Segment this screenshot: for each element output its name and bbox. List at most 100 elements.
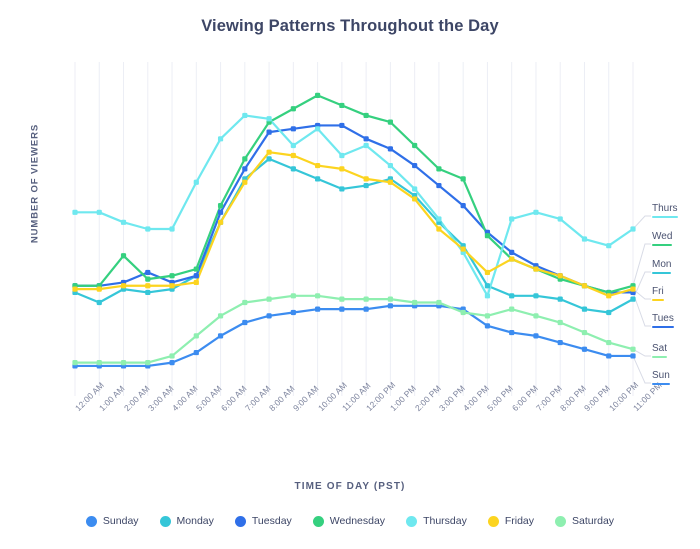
data-point [387, 119, 393, 125]
data-point [266, 149, 272, 155]
series-line-sunday [73, 304, 635, 368]
x-axis-title: TIME OF DAY (PST) [294, 481, 406, 492]
data-point [533, 209, 539, 215]
series-end-label-underline [652, 356, 668, 358]
data-point [484, 323, 491, 329]
data-point [484, 233, 491, 239]
data-point [339, 296, 345, 302]
data-point [242, 156, 248, 162]
data-point [96, 360, 102, 366]
data-point [193, 279, 199, 286]
data-point [145, 360, 151, 366]
leader-line [632, 215, 651, 230]
data-point [217, 209, 224, 215]
data-point [193, 349, 199, 356]
data-point [509, 256, 515, 262]
series-line-saturday [73, 294, 635, 364]
data-point [557, 216, 563, 222]
series-lines [73, 94, 635, 368]
data-point [484, 283, 491, 289]
data-point [315, 162, 321, 169]
data-point [630, 346, 636, 352]
series-end-label-text: Fri [652, 286, 664, 297]
data-point [606, 243, 612, 249]
data-point [557, 319, 563, 326]
data-point [460, 309, 466, 316]
data-point [72, 209, 78, 215]
legend-swatch-icon [159, 515, 171, 527]
leader-line [632, 292, 651, 327]
data-point [290, 293, 296, 299]
data-point [436, 226, 442, 232]
series-line-wednesday [73, 94, 635, 294]
legend-item-tuesday[interactable]: Tuesday [234, 515, 292, 527]
data-point [387, 296, 393, 302]
data-point [96, 286, 102, 292]
data-point [242, 112, 248, 119]
data-point [581, 236, 588, 242]
data-point [484, 313, 491, 319]
series-end-label-text: Sun [652, 370, 670, 381]
data-point [509, 329, 515, 336]
data-point [339, 102, 345, 109]
chart-container: Viewing Patterns Throughout the Day NUMB… [0, 0, 700, 549]
legend-item-label: Tuesday [251, 515, 292, 527]
data-point [412, 196, 418, 202]
data-point [387, 146, 393, 152]
data-point [412, 142, 418, 149]
data-point [387, 162, 393, 169]
data-point [484, 293, 491, 299]
legend-item-sunday[interactable]: Sunday [85, 515, 139, 527]
data-point [436, 182, 442, 189]
legend-item-label: Saturday [572, 515, 615, 527]
legend-item-label: Sunday [102, 515, 139, 527]
series-line-thursday [73, 114, 635, 297]
data-point [96, 299, 102, 306]
data-point [120, 360, 127, 366]
legend-item-wednesday[interactable]: Wednesday [312, 515, 385, 527]
data-point [120, 283, 127, 289]
legend-item-monday[interactable]: Monday [159, 515, 214, 527]
data-point [339, 306, 345, 312]
data-point [290, 152, 296, 159]
data-point [557, 296, 563, 302]
series-end-label-fri: Fri [652, 286, 664, 303]
data-point [363, 296, 369, 302]
data-point [606, 339, 612, 346]
legend-swatch-icon [406, 515, 418, 527]
data-point [242, 166, 248, 172]
series-end-label-tues: Tues [652, 313, 674, 330]
data-point [509, 249, 515, 255]
data-point [606, 309, 612, 316]
series-end-label-underline [652, 299, 664, 301]
plot-area [72, 62, 651, 396]
data-point [339, 186, 345, 192]
data-point [169, 273, 175, 279]
data-point [145, 283, 151, 289]
data-point [315, 176, 321, 182]
data-point [363, 306, 369, 312]
data-point [72, 286, 78, 292]
data-point [266, 129, 272, 135]
legend-item-saturday[interactable]: Saturday [555, 515, 614, 527]
data-point [145, 226, 151, 232]
data-point [290, 106, 296, 112]
data-point [193, 273, 199, 279]
data-point [242, 319, 248, 326]
data-point [630, 286, 636, 292]
legend-swatch-icon [85, 515, 97, 527]
data-point [509, 306, 515, 312]
data-point [387, 303, 393, 309]
legend-swatch-icon [234, 515, 246, 527]
leader-line [632, 348, 651, 357]
data-point [412, 299, 418, 306]
data-point [266, 313, 272, 319]
data-point [436, 166, 442, 172]
series-end-label-underline [652, 216, 678, 218]
data-point [387, 179, 393, 185]
data-point [266, 296, 272, 302]
legend-item-thursday[interactable]: Thursday [406, 515, 467, 527]
legend-item-friday[interactable]: Friday [487, 515, 534, 527]
data-point [339, 122, 345, 129]
label-leader-lines [632, 215, 651, 384]
